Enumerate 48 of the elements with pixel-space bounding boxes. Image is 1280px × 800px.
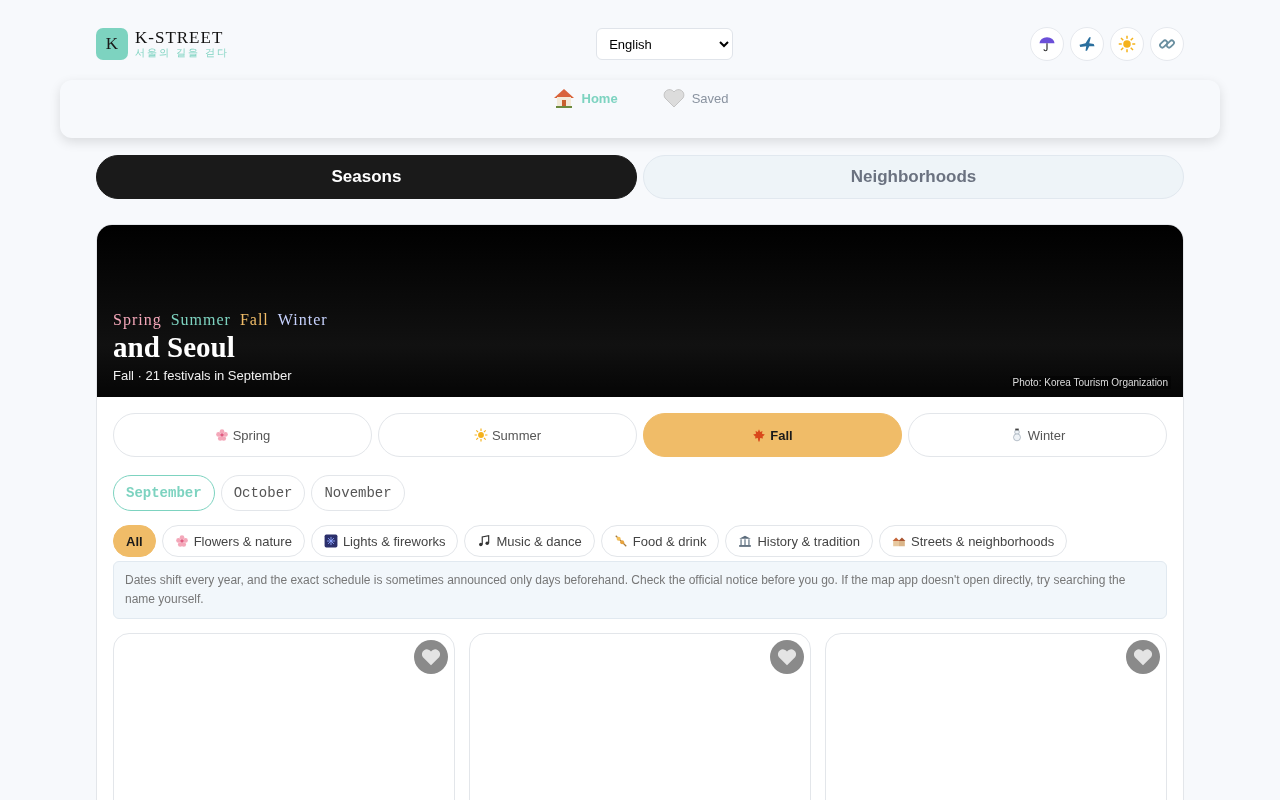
season-word: Fall bbox=[239, 311, 269, 329]
season-word: Summer bbox=[170, 311, 231, 329]
logo-mark: K bbox=[96, 28, 128, 60]
flower-icon bbox=[214, 428, 229, 442]
month-chip[interactable]: November bbox=[311, 475, 405, 511]
umbrella-icon bbox=[1038, 35, 1056, 53]
category-chip[interactable]: Flowers & nature bbox=[161, 525, 305, 557]
season-tab[interactable]: Winter bbox=[908, 413, 1167, 457]
category-chip[interactable]: History & tradition bbox=[725, 525, 874, 557]
season-word: Winter bbox=[277, 311, 328, 329]
sun-icon bbox=[1118, 35, 1136, 53]
category-chip[interactable]: Music & dance bbox=[464, 525, 595, 557]
icon-button[interactable] bbox=[1150, 27, 1184, 61]
notice-text: Dates shift every year, and the exact schedule is sometimes announced only days beforehand. Check the official notice before you go. If the map app doesn't open directly, try searching the name yourself. bbox=[113, 561, 1167, 619]
category-chip[interactable]: All bbox=[113, 525, 156, 557]
view-tab[interactable]: Neighborhoods bbox=[643, 155, 1184, 199]
icon-button[interactable] bbox=[1070, 27, 1104, 61]
view-tab[interactable]: Seasons bbox=[96, 155, 637, 199]
hero-title: and Seoul bbox=[113, 330, 235, 365]
photo-credit: Photo: Korea Tourism Organization bbox=[1009, 376, 1171, 389]
music-note-icon bbox=[477, 534, 492, 548]
flower-icon bbox=[174, 534, 189, 548]
skewer-icon bbox=[613, 534, 628, 548]
fireworks-icon bbox=[323, 534, 338, 548]
tagline: 서울의 길을 걷다 bbox=[135, 46, 230, 59]
leaf-icon bbox=[752, 428, 767, 442]
season-word: Spring bbox=[113, 311, 162, 329]
temple-icon bbox=[738, 534, 753, 548]
save-button[interactable] bbox=[414, 640, 448, 674]
sun-icon bbox=[473, 428, 488, 442]
season-tab[interactable]: Fall bbox=[643, 413, 902, 457]
heart-icon bbox=[420, 646, 442, 668]
heart-icon bbox=[661, 86, 686, 110]
hero-subtitle: Fall · 21 festivals in September bbox=[113, 368, 292, 383]
airplane-icon bbox=[1078, 35, 1096, 53]
month-chip[interactable]: October bbox=[220, 475, 306, 511]
heart-icon bbox=[1132, 646, 1154, 668]
category-chip[interactable]: Streets & neighborhoods bbox=[879, 525, 1068, 557]
icon-button[interactable] bbox=[1030, 27, 1064, 61]
season-tab[interactable]: Spring bbox=[113, 413, 372, 457]
save-button[interactable] bbox=[1126, 640, 1160, 674]
category-chip[interactable]: Lights & fireworks bbox=[310, 525, 459, 557]
season-tab[interactable]: Summer bbox=[378, 413, 637, 457]
heart-icon bbox=[776, 646, 798, 668]
save-button[interactable] bbox=[770, 640, 804, 674]
language-select[interactable]: English bbox=[596, 28, 734, 60]
category-chip[interactable]: Food & drink bbox=[600, 525, 720, 557]
brand-name: K-STREET bbox=[135, 29, 225, 46]
